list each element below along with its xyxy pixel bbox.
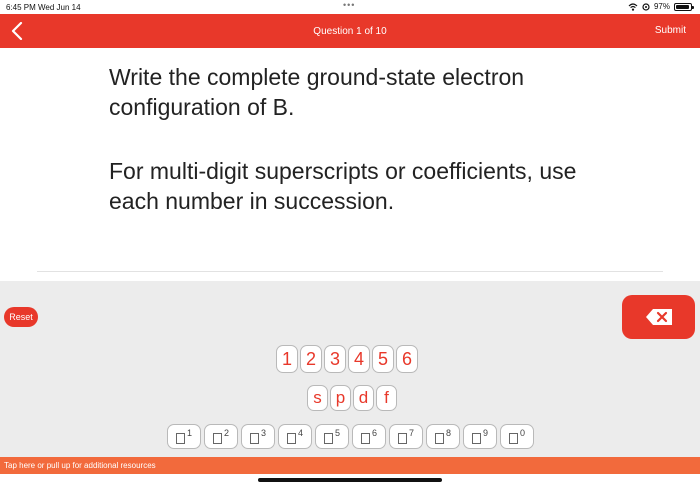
digit-key-1[interactable]: 1 — [276, 345, 298, 373]
superscript-label: 3 — [260, 427, 266, 438]
superscript-key-1[interactable]: 1 — [167, 424, 201, 449]
superscript-key-0[interactable]: 0 — [500, 424, 534, 449]
backspace-button[interactable] — [622, 295, 695, 339]
superscript-label: 8 — [445, 427, 451, 438]
status-bar: 6:45 PM Wed Jun 14 ••• 97% — [0, 0, 700, 14]
superscript-key-6[interactable]: 6 — [352, 424, 386, 449]
placeholder-box-icon — [175, 433, 185, 444]
placeholder-box-icon — [397, 433, 407, 444]
superscript-key-2[interactable]: 2 — [204, 424, 238, 449]
status-time: 6:45 PM Wed Jun 14 — [6, 3, 81, 12]
submit-button[interactable]: Submit — [655, 25, 686, 36]
digit-key-5[interactable]: 5 — [372, 345, 394, 373]
placeholder-box-icon — [360, 433, 370, 444]
placeholder-box-icon — [249, 433, 259, 444]
superscript-key-9[interactable]: 9 — [463, 424, 497, 449]
additional-resources-bar[interactable]: Tap here or pull up for additional resou… — [0, 457, 700, 474]
placeholder-box-icon — [323, 433, 333, 444]
backspace-icon — [645, 309, 672, 325]
orbital-key-s[interactable]: s — [307, 385, 328, 411]
digit-key-4[interactable]: 4 — [348, 345, 370, 373]
placeholder-box-icon — [286, 433, 296, 444]
superscript-label: 7 — [408, 427, 414, 438]
status-right: 97% — [628, 2, 694, 11]
question-instruction: For multi-digit superscripts or coeffici… — [109, 158, 577, 214]
battery-icon — [674, 2, 694, 11]
battery-percent: 97% — [653, 2, 670, 11]
superscript-label: 5 — [334, 427, 340, 438]
superscript-label: 1 — [186, 427, 192, 438]
superscript-key-7[interactable]: 7 — [389, 424, 423, 449]
home-indicator[interactable] — [258, 478, 442, 482]
superscript-label: 0 — [519, 427, 525, 438]
page: 6:45 PM Wed Jun 14 ••• 97% Question 1 of… — [0, 0, 700, 487]
nav-bar: Question 1 of 10 Submit — [0, 14, 700, 48]
placeholder-box-icon — [508, 433, 518, 444]
location-icon — [642, 2, 650, 11]
superscript-key-3[interactable]: 3 — [241, 424, 275, 449]
digit-key-6[interactable]: 6 — [396, 345, 418, 373]
placeholder-box-icon — [471, 433, 481, 444]
superscript-label: 4 — [297, 427, 303, 438]
placeholder-box-icon — [434, 433, 444, 444]
superscript-key-4[interactable]: 4 — [278, 424, 312, 449]
reset-button[interactable]: Reset — [4, 307, 38, 327]
question-prompt: Write the complete ground-state electron… — [109, 64, 525, 120]
divider — [37, 271, 663, 272]
digit-key-2[interactable]: 2 — [300, 345, 322, 373]
multitasking-dots[interactable]: ••• — [343, 0, 355, 10]
superscript-label: 6 — [371, 427, 377, 438]
digit-key-3[interactable]: 3 — [324, 345, 346, 373]
superscript-key-5[interactable]: 5 — [315, 424, 349, 449]
question-counter: Question 1 of 10 — [313, 26, 387, 37]
superscript-label: 2 — [223, 427, 229, 438]
wifi-icon — [628, 2, 638, 11]
orbital-key-p[interactable]: p — [330, 385, 351, 411]
superscript-label: 9 — [482, 427, 488, 438]
placeholder-box-icon — [212, 433, 222, 444]
orbital-key-f[interactable]: f — [376, 385, 397, 411]
orbital-key-d[interactable]: d — [353, 385, 374, 411]
superscript-key-8[interactable]: 8 — [426, 424, 460, 449]
question-text: Write the complete ground-state electron… — [109, 62, 629, 216]
